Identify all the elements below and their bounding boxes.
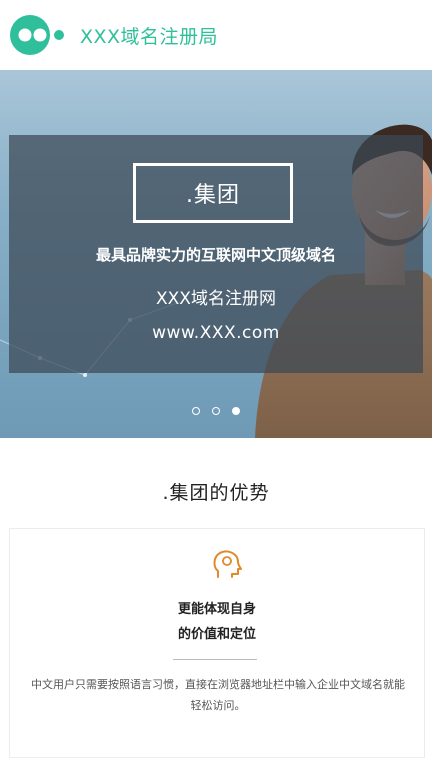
carousel-dot-1[interactable] <box>192 407 200 415</box>
card-divider <box>173 659 257 660</box>
domain-badge: .集团 <box>133 163 293 223</box>
head-profile-icon <box>213 550 242 578</box>
advantage-title-line1: 更能体现自身 <box>177 602 256 617</box>
advantage-title-line2: 的价值和定位 <box>177 627 256 642</box>
advantage-card-title: 更能体现自身 的价值和定位 <box>10 597 424 647</box>
hero-site-url[interactable]: www.XXX.com <box>0 323 432 343</box>
hero-tagline: 最具品牌实力的互联网中文顶级域名 <box>95 246 336 264</box>
header: XXX域名注册局 <box>0 0 432 70</box>
advantage-card: 更能体现自身 的价值和定位 中文用户只需要按照语言习惯，直接在浏览器地址栏中输入… <box>9 528 425 758</box>
section-title: .集团的优势 <box>162 482 270 504</box>
carousel-dot-3[interactable] <box>232 407 240 415</box>
brand-name[interactable]: XXX域名注册局 <box>80 22 218 49</box>
advantage-description: 中文用户只需要按照语言习惯，直接在浏览器地址栏中输入企业中文域名就能轻松访问。 <box>31 678 405 712</box>
hero-site-name: XXX域名注册网 <box>156 289 276 309</box>
carousel-dot-2[interactable] <box>212 407 220 415</box>
carousel-dots <box>0 407 432 415</box>
logo-dots-icon[interactable] <box>9 14 65 56</box>
hero-banner[interactable]: .集团 最具品牌实力的互联网中文顶级域名 XXX域名注册网 www.XXX.co… <box>0 70 432 438</box>
